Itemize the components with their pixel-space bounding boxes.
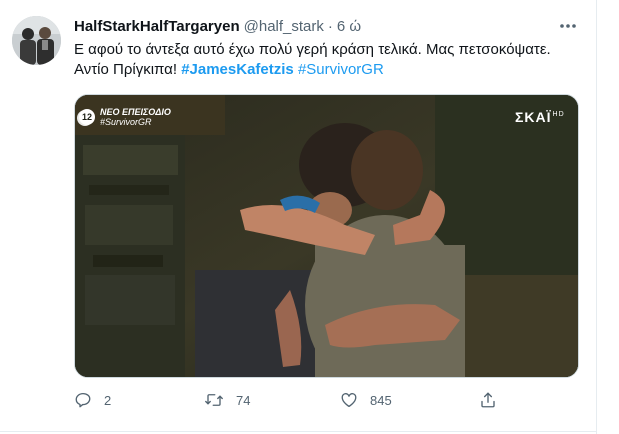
like-button[interactable]: 845 (340, 388, 392, 412)
share-button[interactable] (479, 388, 497, 412)
timestamp[interactable]: 6 ώ (337, 18, 361, 35)
reply-button[interactable]: 2 (74, 388, 111, 412)
share-icon (481, 392, 495, 408)
overlay-hashtag: #SurvivorGR (100, 117, 152, 127)
tweet-text-line-2: Αντίο Πρίγκιπα! #JamesKafetzis #Survivor… (74, 60, 579, 80)
channel-logo-text: ΣΚΑΪ (515, 109, 552, 125)
more-options-button[interactable] (556, 16, 580, 36)
media-image (75, 95, 578, 377)
episode-overlay: 12 ΝΕΟ ΕΠΕΙΣΟΔΙΟ #SurvivorGR (79, 107, 171, 127)
like-count: 845 (370, 392, 392, 408)
more-icon (560, 24, 576, 28)
tweet-header: HalfStarkHalfTargaryen @half_stark · 6 ώ (74, 16, 361, 36)
heart-icon (341, 393, 357, 408)
hashtag-survivorgr[interactable]: #SurvivorGR (298, 61, 384, 78)
channel-logo: ΣΚΑΪHD (515, 109, 565, 125)
tweet-media[interactable]: 12 ΝΕΟ ΕΠΕΙΣΟΔΙΟ #SurvivorGR ΣΚΑΪHD (74, 94, 579, 378)
tweet-text: Ε αφού το άντεξα αυτό έχω πολύ γερή κράσ… (74, 40, 579, 80)
tweet-text-line-1: Ε αφού το άντεξα αυτό έχω πολύ γερή κράσ… (74, 41, 551, 58)
retweet-button[interactable]: 74 (204, 388, 250, 412)
new-episode-label: ΝΕΟ ΕΠΕΙΣΟΔΙΟ (100, 107, 171, 117)
page-gutter (598, 0, 619, 434)
tweet-text-line-2-prefix: Αντίο Πρίγκιπα! (74, 61, 182, 78)
tweet-divider (0, 431, 597, 432)
display-name[interactable]: HalfStarkHalfTargaryen (74, 18, 240, 35)
separator-dot: · (327, 17, 333, 35)
user-handle[interactable]: @half_stark (244, 18, 324, 35)
tweet-actions: 2 74 845 (74, 388, 534, 412)
avatar[interactable] (12, 16, 61, 65)
channel-hd: HD (552, 111, 565, 119)
reply-icon (75, 392, 91, 408)
hashtag-jameskafetzis[interactable]: #JamesKafetzis (181, 61, 294, 78)
retweet-count: 74 (236, 392, 251, 408)
episode-overlay-text: ΝΕΟ ΕΠΕΙΣΟΔΙΟ #SurvivorGR (100, 107, 171, 127)
retweet-icon (205, 394, 223, 406)
channel-number-badge: 12 (79, 109, 95, 125)
reply-count: 2 (104, 392, 112, 408)
